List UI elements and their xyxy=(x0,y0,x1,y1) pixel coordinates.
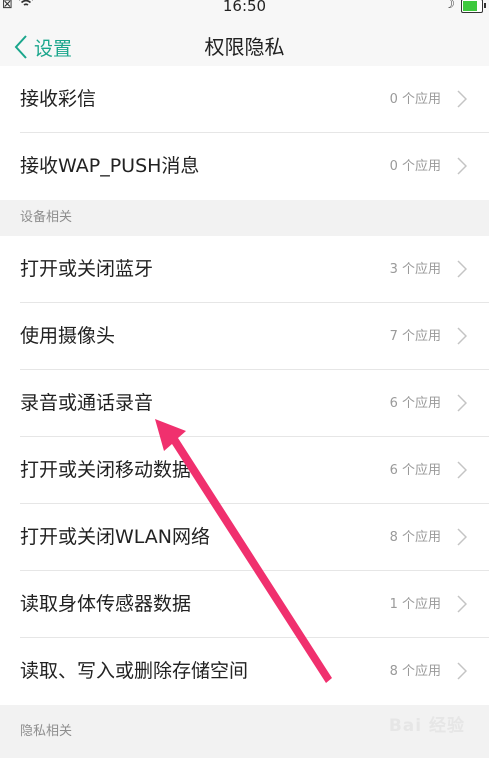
list-item-wlan[interactable]: 打开或关闭WLAN网络 8 个应用 xyxy=(0,504,489,571)
list-item-receive-mms[interactable]: 接收彩信 0 个应用 xyxy=(0,66,489,133)
chevron-left-icon xyxy=(14,35,27,59)
item-count: 8 个应用 xyxy=(389,664,441,679)
list-item-wap-push[interactable]: 接收WAP_PUSH消息 0 个应用 xyxy=(0,133,489,200)
item-count: 1 个应用 xyxy=(389,597,441,612)
item-label: 接收WAP_PUSH消息 xyxy=(20,155,200,177)
list-item-camera[interactable]: 使用摄像头 7 个应用 xyxy=(0,303,489,370)
section-title: 设备相关 xyxy=(20,210,73,225)
chevron-right-icon xyxy=(457,394,467,412)
item-count: 3 个应用 xyxy=(389,262,441,277)
list-item-record-audio[interactable]: 录音或通话录音 6 个应用 xyxy=(0,370,489,437)
watermark: Bai 经验 xyxy=(388,716,465,736)
item-count: 7 个应用 xyxy=(389,329,441,344)
item-label: 录音或通话录音 xyxy=(20,392,154,414)
item-count: 6 个应用 xyxy=(389,396,441,411)
list-item-mobile-data[interactable]: 打开或关闭移动数据 6 个应用 xyxy=(0,437,489,504)
item-label: 接收彩信 xyxy=(20,88,97,110)
list-item-storage[interactable]: 读取、写入或删除存储空间 8 个应用 xyxy=(0,638,489,705)
back-label: 设置 xyxy=(34,37,73,60)
item-label: 读取、写入或删除存储空间 xyxy=(20,660,249,682)
chevron-right-icon xyxy=(457,662,467,680)
item-label: 打开或关闭蓝牙 xyxy=(20,258,154,280)
item-label: 打开或关闭移动数据 xyxy=(20,459,192,481)
battery-level xyxy=(463,1,478,11)
chevron-right-icon xyxy=(457,90,467,108)
chevron-right-icon xyxy=(457,461,467,479)
item-count: 8 个应用 xyxy=(389,530,441,545)
do-not-disturb-icon: ☽ xyxy=(443,0,455,12)
battery-icon xyxy=(461,0,486,13)
item-count: 0 个应用 xyxy=(389,92,441,107)
status-bar: ⊠ 16:50 ☽ xyxy=(0,0,489,16)
list-item-bluetooth[interactable]: 打开或关闭蓝牙 3 个应用 xyxy=(0,236,489,303)
section-header-device: 设备相关 xyxy=(0,200,489,236)
item-label: 打开或关闭WLAN网络 xyxy=(20,526,211,548)
back-button[interactable]: 设置 xyxy=(14,32,72,62)
item-count: 6 个应用 xyxy=(389,463,441,478)
chevron-right-icon xyxy=(457,528,467,546)
section-title: 隐私相关 xyxy=(20,724,73,739)
item-count: 0 个应用 xyxy=(389,159,441,174)
chevron-right-icon xyxy=(457,327,467,345)
list-item-body-sensors[interactable]: 读取身体传感器数据 1 个应用 xyxy=(0,571,489,638)
status-time: 16:50 xyxy=(222,0,267,15)
item-label: 读取身体传感器数据 xyxy=(20,593,192,615)
chevron-right-icon xyxy=(457,260,467,278)
page-title: 权限隐私 xyxy=(204,35,285,59)
chevron-right-icon xyxy=(457,595,467,613)
item-label: 使用摄像头 xyxy=(20,325,116,347)
chevron-right-icon xyxy=(457,157,467,175)
